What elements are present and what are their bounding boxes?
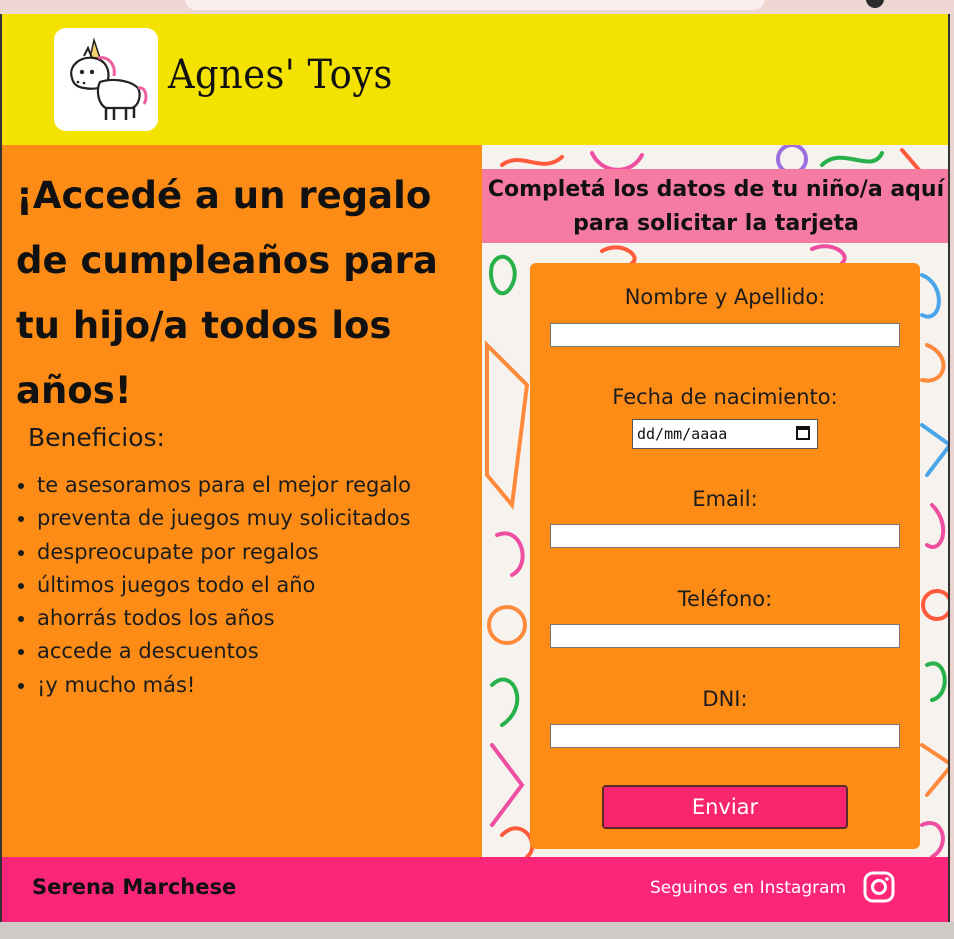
- list-item: ahorrás todos los años: [37, 602, 411, 635]
- form-banner-text: Completá los datos de tu niño/a aquí par…: [487, 177, 945, 236]
- list-item: preventa de juegos muy solicitados: [37, 502, 411, 535]
- dni-label: DNI:: [702, 687, 748, 711]
- profile-icon[interactable]: [866, 0, 884, 8]
- site-footer: Serena Marchese Seguinos en Instagram: [2, 857, 948, 922]
- page-window: Agnes' Toys ¡Accedé a un regalo de cumpl…: [0, 14, 950, 922]
- email-field[interactable]: [550, 524, 900, 548]
- name-label: Nombre y Apellido:: [624, 285, 826, 309]
- instagram-icon[interactable]: [863, 871, 895, 903]
- site-header: Agnes' Toys: [2, 14, 948, 145]
- benefits-list: te asesoramos para el mejor regalo preve…: [10, 469, 411, 702]
- email-label: Email:: [692, 487, 758, 511]
- brand-name: Agnes' Toys: [168, 52, 393, 98]
- list-item: te asesoramos para el mejor regalo: [37, 469, 411, 502]
- phone-label: Teléfono:: [677, 587, 773, 611]
- browser-chrome: [0, 0, 954, 14]
- calendar-icon[interactable]: [796, 426, 810, 440]
- unicorn-icon: [70, 37, 148, 120]
- list-item: ¡y mucho más!: [37, 669, 411, 702]
- list-item: accede a descuentos: [37, 635, 411, 668]
- benefits-title: Beneficios:: [28, 423, 165, 452]
- author-name: Serena Marchese: [32, 875, 237, 899]
- birth-date-label: Fecha de nacimiento:: [612, 385, 838, 409]
- hero-title: ¡Accedé a un regalo de cumpleaños para t…: [16, 174, 438, 412]
- list-item: últimos juegos todo el año: [37, 569, 411, 602]
- submit-button[interactable]: Enviar: [602, 785, 848, 829]
- form-panel: Completá los datos de tu niño/a aquí par…: [482, 145, 948, 857]
- dni-field[interactable]: [550, 724, 900, 748]
- logo[interactable]: [54, 28, 158, 131]
- address-bar[interactable]: [185, 0, 765, 10]
- hero-panel: ¡Accedé a un regalo de cumpleaños para t…: [2, 145, 482, 857]
- birthday-form: Nombre y Apellido: Fecha de nacimiento: …: [530, 263, 920, 849]
- taskbar: [0, 922, 954, 939]
- list-item: despreocupate por regalos: [37, 536, 411, 569]
- birth-date-field[interactable]: dd/mm/aaaa: [632, 419, 818, 449]
- phone-field[interactable]: [550, 624, 900, 648]
- instagram-link[interactable]: Seguinos en Instagram: [650, 878, 846, 898]
- birth-date-placeholder: dd/mm/aaaa: [637, 425, 728, 443]
- name-field[interactable]: [550, 323, 900, 347]
